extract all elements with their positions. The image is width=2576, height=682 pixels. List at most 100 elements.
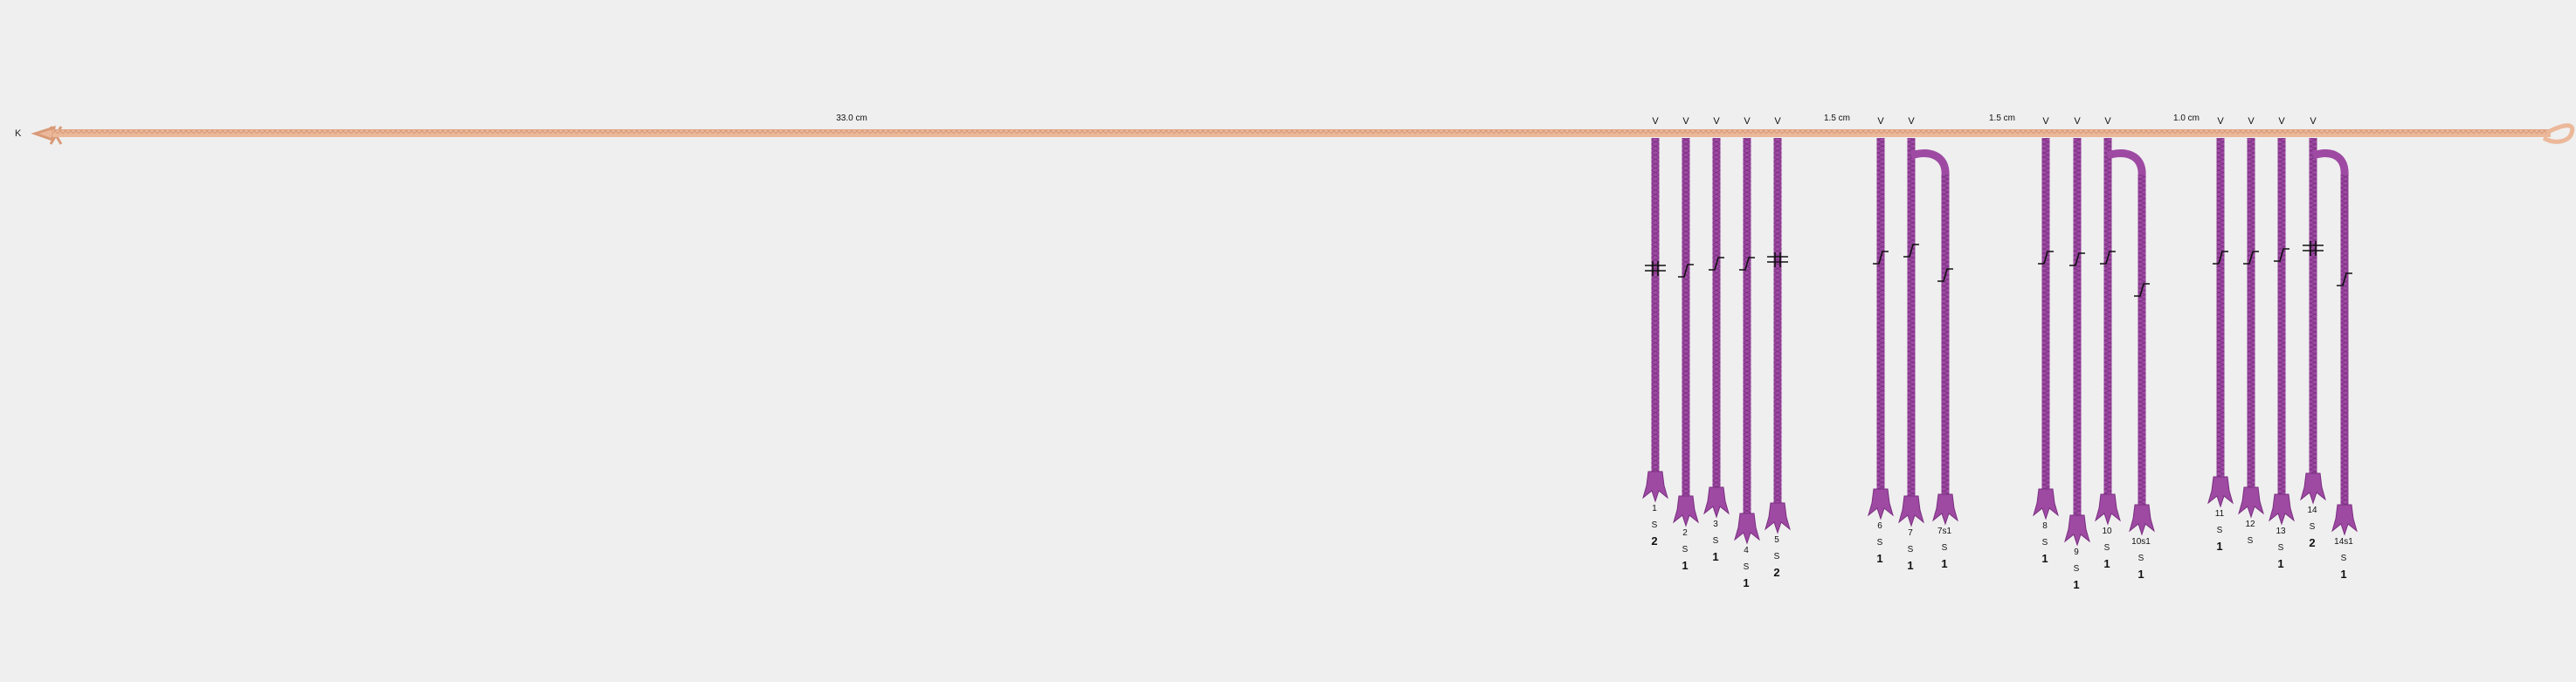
cord-id-label: 5 bbox=[1774, 535, 1779, 545]
cord-ply-label: S bbox=[2341, 554, 2347, 563]
cord-value-label: 1 bbox=[2340, 568, 2346, 581]
pendant-cord-13: V 13 S 1 bbox=[2269, 116, 2295, 570]
cord-ply-label: S bbox=[1774, 552, 1780, 561]
subsidiary-attachment bbox=[2311, 149, 2349, 177]
cord-frayed-end-icon bbox=[1673, 495, 1699, 527]
cord-frayed-end-icon bbox=[2033, 488, 2059, 520]
cord-frayed-end-icon bbox=[1932, 493, 1958, 526]
cord-frayed-end-icon bbox=[1642, 471, 1668, 503]
pendant-cord-1: V 1 S 2 bbox=[1642, 116, 1668, 548]
cord-frayed-end-icon bbox=[1703, 486, 1730, 519]
main-cord-body bbox=[52, 129, 2551, 137]
cord-frayed-end-icon bbox=[1898, 495, 1924, 527]
attachment-label: V bbox=[2217, 116, 2224, 127]
attachment-label: V bbox=[1652, 116, 1659, 127]
cord-id-label: 12 bbox=[2245, 520, 2255, 529]
cord-frayed-end-icon bbox=[2269, 493, 2295, 526]
cord-value-label: 1 bbox=[2137, 568, 2144, 581]
cord-ply-label: S bbox=[2248, 536, 2254, 546]
cord-id-label: 9 bbox=[2074, 548, 2079, 557]
cord-body bbox=[2216, 138, 2225, 496]
cord-value-label: 1 bbox=[1712, 550, 1718, 563]
cord-frayed-end-icon bbox=[2331, 504, 2358, 536]
cord-body bbox=[1712, 138, 1721, 506]
cord-body bbox=[1773, 138, 1782, 522]
cord-body bbox=[1876, 138, 1885, 508]
cord-frayed-end-icon bbox=[2095, 493, 2121, 526]
attachment-label: V bbox=[1774, 116, 1781, 127]
attachment-label: V bbox=[1713, 116, 1720, 127]
cord-body bbox=[1941, 175, 1950, 513]
cord-id-label: 14 bbox=[2307, 506, 2317, 515]
subsidiary-attachment bbox=[2106, 149, 2146, 177]
main-cord-loop-end-icon bbox=[2542, 123, 2575, 144]
cord-body bbox=[2277, 138, 2286, 513]
cord-ply-label: S bbox=[2278, 543, 2284, 553]
cord-value-label: 1 bbox=[2216, 540, 2222, 553]
cord-ply-label: S bbox=[2104, 543, 2110, 553]
cord-body bbox=[2041, 138, 2050, 508]
pendant-cord-8: V 8 S 1 bbox=[2033, 116, 2059, 565]
cord-ply-label: S bbox=[2042, 538, 2048, 548]
cord-ply-label: S bbox=[2310, 522, 2316, 532]
cord-ply-label: S bbox=[1682, 545, 1689, 555]
cord-frayed-end-icon bbox=[1765, 502, 1791, 534]
attachment-label: V bbox=[2104, 116, 2111, 127]
cord-value-label: 1 bbox=[1682, 559, 1688, 572]
cord-ply-label: S bbox=[2138, 554, 2144, 563]
cord-frayed-end-icon bbox=[1868, 488, 1894, 520]
cord-ply-label: S bbox=[1908, 545, 1914, 555]
attachment-label: V bbox=[1908, 116, 1915, 127]
cord-frayed-end-icon bbox=[2238, 486, 2264, 519]
pendant-cord-14s1: 14s1 S 1 bbox=[2311, 149, 2358, 581]
cord-value-label: 1 bbox=[1907, 559, 1913, 572]
spacing-label: 1.0 cm bbox=[2173, 114, 2200, 123]
cord-value-label: 2 bbox=[1651, 534, 1657, 548]
cord-id-label: 7s1 bbox=[1937, 527, 1952, 536]
cord-value-label: 1 bbox=[2073, 578, 2079, 591]
attachment-label: V bbox=[1877, 116, 1884, 127]
cord-value-label: 2 bbox=[1773, 566, 1779, 579]
pendant-cord-10: V 10 S 1 bbox=[2095, 116, 2121, 570]
cord-id-label: 11 bbox=[2215, 509, 2225, 519]
cord-value-label: 1 bbox=[2103, 557, 2110, 570]
cord-body bbox=[2103, 138, 2112, 513]
cord-id-label: 10s1 bbox=[2131, 537, 2151, 547]
cord-ply-label: S bbox=[2217, 526, 2223, 535]
cord-value-label: 2 bbox=[2309, 536, 2315, 549]
cord-id-label: 6 bbox=[1877, 521, 1882, 531]
pendant-cord-3: V 3 S 1 bbox=[1703, 116, 1730, 563]
attachment-label: V bbox=[1682, 116, 1689, 127]
cord-id-label: 7 bbox=[1908, 528, 1913, 538]
cord-id-label: 2 bbox=[1682, 528, 1688, 538]
main-cord-start-label: K bbox=[15, 128, 22, 139]
cord-value-label: 1 bbox=[1876, 552, 1882, 565]
attachment-label: V bbox=[2074, 116, 2081, 127]
cord-body bbox=[1743, 138, 1751, 533]
pendant-cord-9: V 9 S 1 bbox=[2064, 116, 2090, 591]
cord-ply-label: S bbox=[2074, 564, 2080, 574]
pendant-cord-4: V 4 S 1 bbox=[1734, 116, 1760, 589]
cord-body bbox=[1651, 138, 1660, 491]
cord-frayed-end-icon bbox=[2064, 514, 2090, 547]
khipu-diagram: K 33.0 cm 1.5 cm 1.5 cm 1.0 cm V1S2V2S1V… bbox=[0, 0, 2576, 682]
pendant-cord-6: V 6 S 1 bbox=[1868, 116, 1894, 565]
subsidiary-attachment bbox=[1910, 149, 1950, 177]
pendant-cord-2: V 2 S 1 bbox=[1673, 116, 1699, 572]
cord-id-label: 3 bbox=[1713, 520, 1718, 529]
cord-ply-label: S bbox=[1942, 543, 1948, 553]
pendant-cord-11: V 11 S 1 bbox=[2207, 116, 2234, 553]
cord-value-label: 1 bbox=[1941, 557, 1947, 570]
cord-value-label: 1 bbox=[2277, 557, 2283, 570]
cord-id-label: 14s1 bbox=[2334, 537, 2353, 547]
cord-id-label: 4 bbox=[1744, 546, 1749, 555]
spacing-label: 1.5 cm bbox=[1824, 114, 1850, 123]
attachment-label: V bbox=[2310, 116, 2317, 127]
cord-frayed-end-icon bbox=[2300, 472, 2326, 505]
cord-id-label: 13 bbox=[2276, 527, 2286, 536]
attachment-label: V bbox=[1744, 116, 1751, 127]
cord-ply-label: S bbox=[1877, 538, 1883, 548]
attachment-label: V bbox=[2278, 116, 2285, 127]
cord-frayed-end-icon bbox=[2207, 476, 2234, 508]
cord-body bbox=[2073, 138, 2082, 534]
